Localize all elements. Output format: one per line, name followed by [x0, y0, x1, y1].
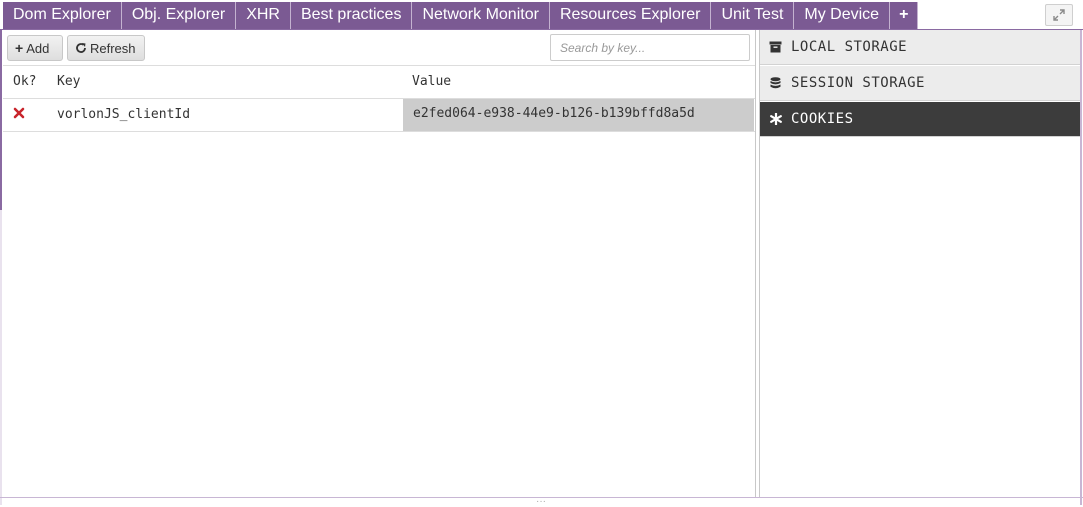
storage-session-label: SESSION STORAGE	[791, 75, 925, 91]
tab-list: Dom Explorer Obj. Explorer XHR Best prac…	[3, 2, 919, 29]
cookie-value[interactable]: e2fed064-e938-44e9-b126-b139bffd8a5d	[403, 99, 754, 131]
column-header-ok: Ok?	[13, 74, 37, 89]
storage-local[interactable]: LOCAL STORAGE	[760, 30, 1080, 65]
refresh-button[interactable]: Refresh	[67, 35, 145, 61]
refresh-button-label: Refresh	[90, 40, 136, 56]
tab-best-practices[interactable]: Best practices	[290, 2, 413, 29]
column-header-key: Key	[57, 74, 81, 89]
cookie-key[interactable]: vorlonJS_clientId	[57, 107, 190, 122]
table-top-divider	[3, 65, 755, 66]
add-tab-button[interactable]: +	[890, 2, 919, 29]
tab-obj-explorer[interactable]: Obj. Explorer	[121, 2, 237, 29]
plugin-tab-bar: Dom Explorer Obj. Explorer XHR Best prac…	[0, 0, 1083, 30]
tab-my-device[interactable]: My Device	[794, 2, 891, 29]
refresh-icon	[76, 43, 86, 53]
archive-icon	[769, 41, 782, 54]
add-button-label: Add	[26, 40, 50, 56]
frame-left-accent	[0, 30, 2, 210]
tab-resources-explorer[interactable]: Resources Explorer	[549, 2, 712, 29]
storage-cookies[interactable]: COOKIES	[760, 102, 1080, 137]
resize-grip-icon[interactable]: ···	[534, 497, 548, 507]
expand-icon	[1053, 9, 1065, 21]
tab-dom-explorer[interactable]: Dom Explorer	[3, 2, 122, 29]
storage-session[interactable]: SESSION STORAGE	[760, 66, 1080, 101]
database-icon	[769, 76, 782, 90]
storage-local-label: LOCAL STORAGE	[791, 39, 908, 55]
table-row-divider	[3, 131, 755, 132]
tab-xhr[interactable]: XHR	[236, 2, 291, 29]
column-header-value: Value	[412, 74, 452, 89]
frame-right-border	[1080, 30, 1082, 505]
asterisk-icon	[769, 113, 782, 126]
storage-cookies-label: COOKIES	[791, 111, 854, 127]
search-input[interactable]	[550, 34, 750, 61]
panel-divider-left	[755, 30, 756, 497]
tab-network-monitor[interactable]: Network Monitor	[412, 2, 550, 29]
expand-button[interactable]	[1045, 4, 1073, 26]
tab-unit-test[interactable]: Unit Test	[711, 2, 795, 29]
plus-icon: +	[15, 40, 24, 56]
error-x-icon[interactable]	[12, 106, 26, 120]
add-button[interactable]: + Add	[7, 35, 63, 61]
